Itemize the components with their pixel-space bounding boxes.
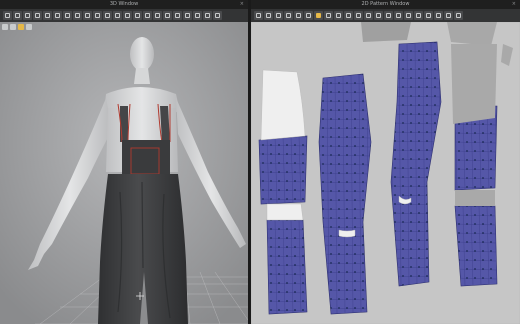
- internal-line-icon[interactable]: [314, 11, 323, 20]
- light-icon[interactable]: [143, 11, 152, 20]
- pattern-front-leg-left-lower[interactable]: [266, 219, 309, 315]
- polygon-icon[interactable]: [284, 11, 293, 20]
- grid-icon[interactable]: [183, 11, 192, 20]
- select-icon[interactable]: [3, 11, 12, 20]
- measure-icon[interactable]: [414, 11, 423, 20]
- window-title-2d: 2D Pattern Window: [361, 1, 410, 7]
- rotate-icon[interactable]: [23, 11, 32, 20]
- trace-icon[interactable]: [374, 11, 383, 20]
- window-titlebar-3d[interactable]: 3D Window ×: [0, 0, 248, 9]
- transform-icon[interactable]: [254, 11, 263, 20]
- close-icon[interactable]: ×: [240, 0, 244, 9]
- zoom-icon[interactable]: [434, 11, 443, 20]
- pattern-front-leg-right-lower[interactable]: [454, 205, 498, 287]
- scale-icon[interactable]: [33, 11, 42, 20]
- free-sew-icon[interactable]: [354, 11, 363, 20]
- circle-icon[interactable]: [304, 11, 313, 20]
- view-icon[interactable]: [173, 11, 182, 20]
- segment-sew-icon[interactable]: [344, 11, 353, 20]
- edit-icon[interactable]: [103, 11, 112, 20]
- measure-icon[interactable]: [73, 11, 82, 20]
- window-titlebar-2d[interactable]: 2D Pattern Window ×: [251, 0, 520, 9]
- avatar-icon[interactable]: [133, 11, 142, 20]
- symmetry-icon[interactable]: [384, 11, 393, 20]
- curve-icon[interactable]: [274, 11, 283, 20]
- light-icon[interactable]: [18, 24, 24, 30]
- quick-icons: [2, 24, 32, 30]
- notch-icon[interactable]: [334, 11, 343, 20]
- sew-icon[interactable]: [113, 11, 122, 20]
- pin-icon[interactable]: [53, 11, 62, 20]
- avatar-toggle-icon[interactable]: [2, 24, 8, 30]
- pin-icon[interactable]: [404, 11, 413, 20]
- fold-icon[interactable]: [43, 11, 52, 20]
- render-icon[interactable]: [193, 11, 202, 20]
- edit-point-icon[interactable]: [264, 11, 273, 20]
- dart-icon[interactable]: [324, 11, 333, 20]
- text-icon[interactable]: [424, 11, 433, 20]
- texture-icon[interactable]: [10, 24, 16, 30]
- toolbar-2d: [251, 9, 520, 22]
- brush-icon[interactable]: [83, 11, 92, 20]
- grid-icon[interactable]: [444, 11, 453, 20]
- zoom-icon[interactable]: [163, 11, 172, 20]
- rectangle-icon[interactable]: [294, 11, 303, 20]
- shade-icon[interactable]: [26, 24, 32, 30]
- close-icon[interactable]: ×: [512, 0, 516, 9]
- pattern-front-leg-left-upper[interactable]: [258, 135, 309, 205]
- fabric-icon[interactable]: [93, 11, 102, 20]
- fold-icon[interactable]: [364, 11, 373, 20]
- more-icon[interactable]: [213, 11, 222, 20]
- segment-icon[interactable]: [123, 11, 132, 20]
- viewport-2d[interactable]: [251, 22, 520, 324]
- viewport-3d[interactable]: [0, 22, 248, 324]
- settings-icon[interactable]: [203, 11, 212, 20]
- tape-icon[interactable]: [63, 11, 72, 20]
- grade-icon[interactable]: [394, 11, 403, 20]
- window-title-3d: 3D Window: [109, 1, 139, 7]
- camera-icon[interactable]: [153, 11, 162, 20]
- more-icon[interactable]: [454, 11, 463, 20]
- toolbar-3d: [0, 9, 248, 22]
- move-icon[interactable]: [13, 11, 22, 20]
